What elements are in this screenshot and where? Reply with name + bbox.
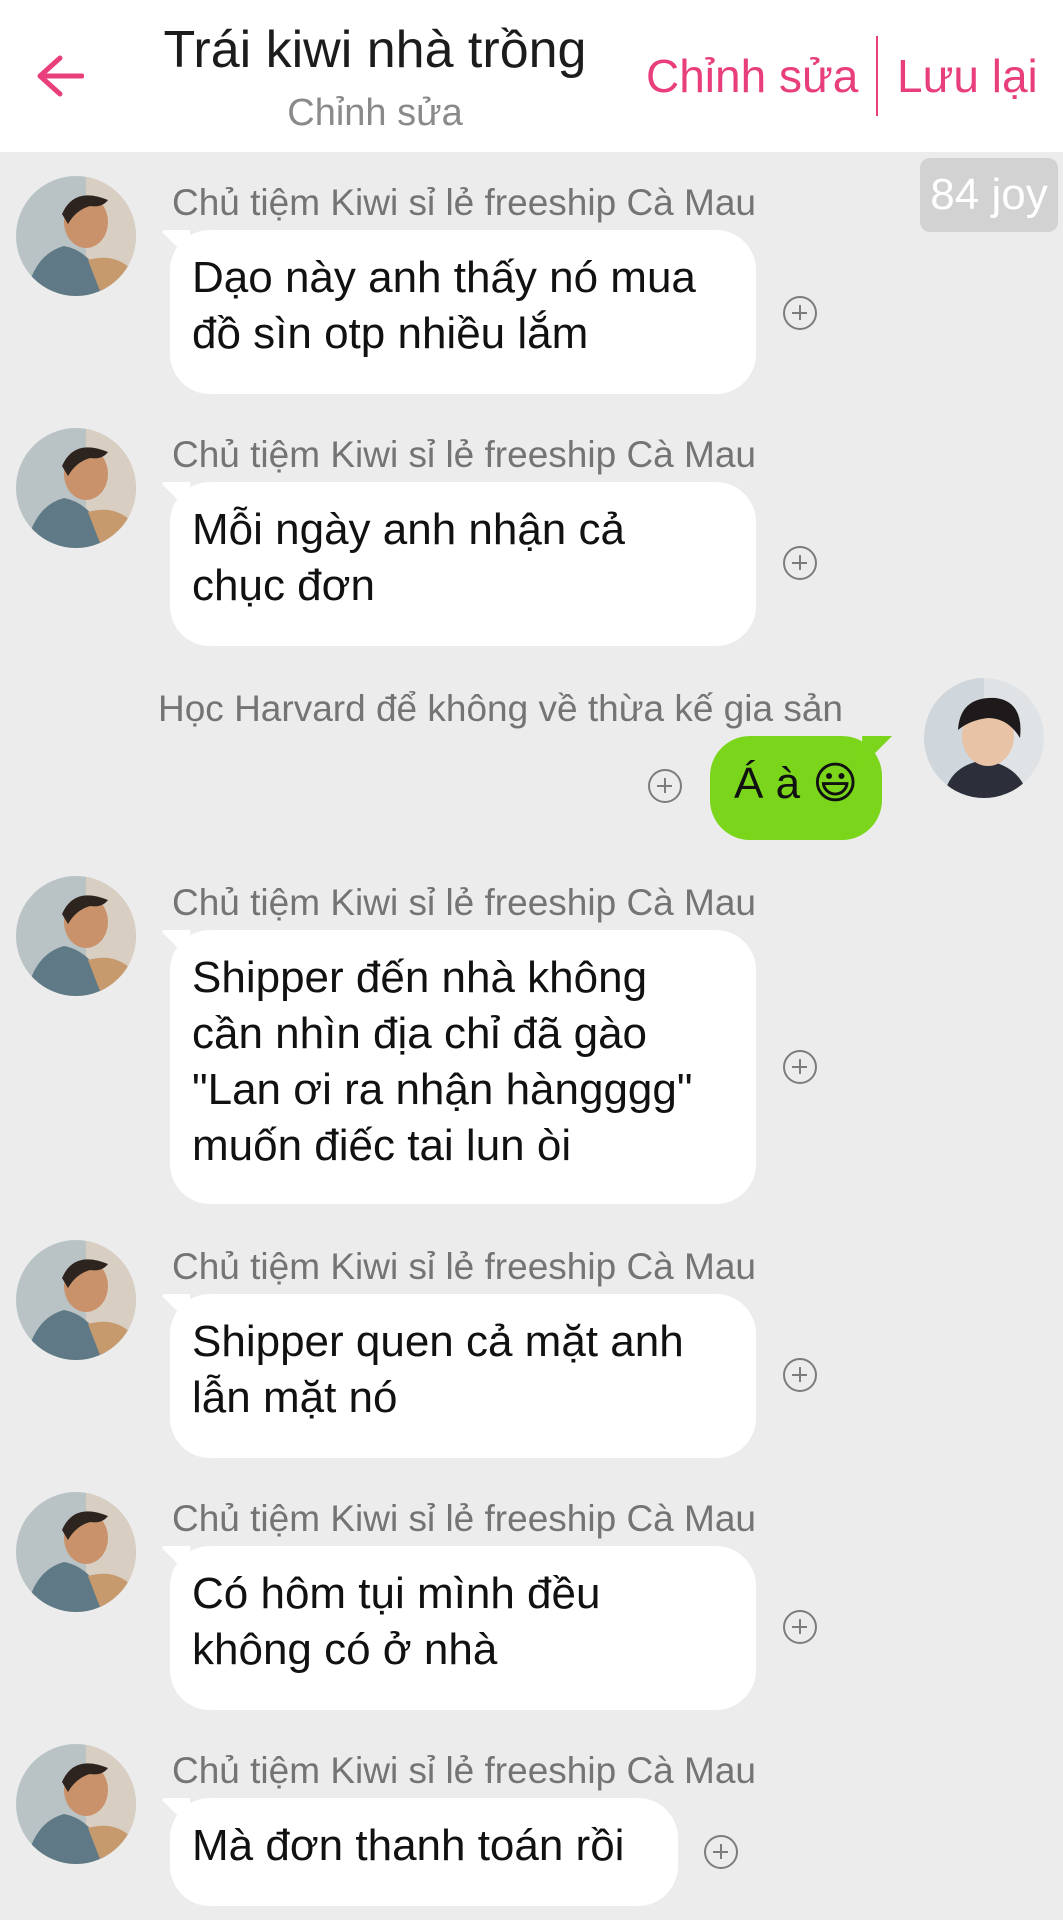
sender-name: Chủ tiệm Kiwi sỉ lẻ freeship Cà Mau (172, 182, 756, 223)
message-bubble[interactable]: Mà đơn thanh toán rồi (170, 1798, 678, 1906)
add-reaction-icon[interactable] (783, 1050, 817, 1084)
message-bubble[interactable]: Á à 😃 (710, 736, 883, 840)
sender-name: Chủ tiệm Kiwi sỉ lẻ freeship Cà Mau (172, 1246, 756, 1287)
add-reaction-icon[interactable] (783, 546, 817, 580)
sender-name: Chủ tiệm Kiwi sỉ lẻ freeship Cà Mau (172, 434, 756, 475)
add-reaction-icon[interactable] (783, 296, 817, 330)
edit-button[interactable]: Chỉnh sửa (646, 44, 858, 108)
avatar[interactable] (16, 428, 136, 548)
avatar[interactable] (16, 1240, 136, 1360)
message-bubble[interactable]: Có hôm tụi mình đều không có ở nhà (170, 1546, 756, 1710)
message-bubble[interactable]: Mỗi ngày anh nhận cả chục đơn (170, 482, 756, 646)
sender-name: Chủ tiệm Kiwi sỉ lẻ freeship Cà Mau (172, 1750, 756, 1791)
message-bubble[interactable]: Shipper quen cả mặt anh lẫn mặt nó (170, 1294, 756, 1458)
sender-name: Học Harvard để không về thừa kế gia sản (158, 688, 843, 729)
add-reaction-icon[interactable] (648, 769, 682, 803)
joy-badge: 84 joy (920, 158, 1058, 232)
back-button[interactable] (32, 44, 88, 108)
arrow-left-icon (37, 55, 84, 97)
avatar[interactable] (16, 1492, 136, 1612)
avatar[interactable] (16, 176, 136, 296)
chat-title: Trái kiwi nhà trồng (163, 21, 587, 79)
avatar[interactable] (924, 678, 1044, 798)
add-reaction-icon[interactable] (783, 1358, 817, 1392)
message-bubble[interactable]: Shipper đến nhà không cần nhìn địa chỉ đ… (170, 930, 756, 1204)
save-button[interactable]: Lưu lại (897, 44, 1038, 108)
header-divider (876, 36, 878, 116)
add-reaction-icon[interactable] (704, 1835, 738, 1869)
message-bubble[interactable]: Dạo này anh thấy nó mua đồ sìn otp nhiều… (170, 230, 756, 394)
avatar[interactable] (16, 876, 136, 996)
chat-header: Trái kiwi nhà trồng Chỉnh sửa Chỉnh sửa … (0, 0, 1063, 152)
sender-name: Chủ tiệm Kiwi sỉ lẻ freeship Cà Mau (172, 1498, 756, 1539)
sender-name: Chủ tiệm Kiwi sỉ lẻ freeship Cà Mau (172, 882, 756, 923)
add-reaction-icon[interactable] (783, 1610, 817, 1644)
chat-subtitle: Chỉnh sửa (287, 92, 463, 134)
avatar[interactable] (16, 1744, 136, 1864)
